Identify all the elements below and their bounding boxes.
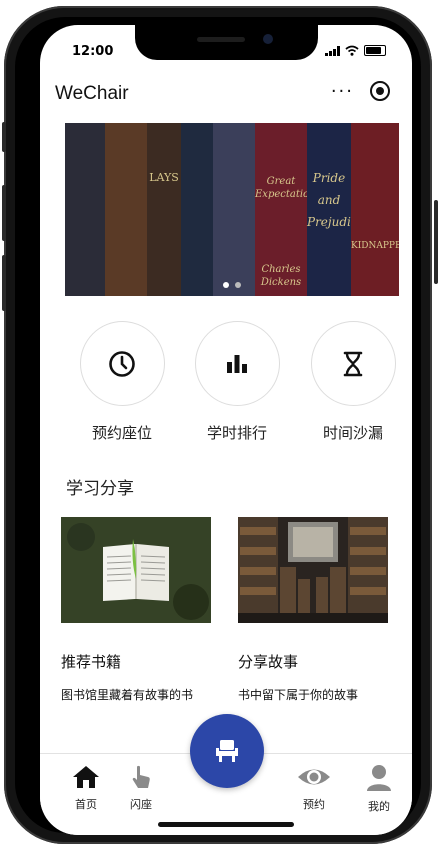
power-button <box>434 200 438 284</box>
card-title: 分享故事 <box>238 653 299 671</box>
app-title: WeChair <box>55 83 129 104</box>
book-spine-text: KIDNAPPED <box>351 241 399 251</box>
card-share-story[interactable]: 分享故事 书中留下属于你的故事 <box>238 517 388 703</box>
nav-label: 时间沙漏 <box>322 424 383 442</box>
carousel-dot <box>235 282 241 288</box>
tab-reservations[interactable]: 预约 <box>289 764 339 812</box>
book-spine <box>65 123 105 296</box>
chair-icon <box>216 740 238 762</box>
speaker-grille <box>197 37 245 42</box>
more-menu-button[interactable]: ··· <box>331 81 354 102</box>
center-seat-button[interactable] <box>190 714 264 788</box>
status-icons <box>325 45 386 56</box>
card-title: 推荐书籍 <box>61 653 122 671</box>
library-shelves-image <box>238 517 388 623</box>
status-time: 12:00 <box>72 44 114 59</box>
signal-icon <box>325 45 340 56</box>
battery-icon <box>364 45 386 56</box>
hourglass-icon <box>343 351 363 376</box>
home-icon <box>73 766 99 788</box>
user-icon <box>367 765 391 791</box>
nav-circle <box>79 321 165 406</box>
tab-label: 首页 <box>75 798 97 811</box>
tab-label: 闪座 <box>130 798 152 811</box>
carousel-indicator <box>65 282 399 288</box>
book-spine <box>213 123 255 296</box>
book-spine <box>105 123 147 296</box>
tap-hand-icon <box>132 765 150 788</box>
book-spine-text: Great Expectations <box>255 176 321 200</box>
book-spine-text: Pride and Prejudice <box>307 171 365 229</box>
book-spine: Great Expectations Charles Dickens <box>255 123 321 296</box>
nav-circle <box>310 321 396 406</box>
eye-icon <box>298 769 330 785</box>
nav-label: 预约座位 <box>91 424 152 442</box>
tab-label: 我的 <box>368 800 390 813</box>
book-spine: Pride and Prejudice <box>307 123 365 296</box>
book-spine <box>181 123 213 296</box>
front-camera <box>263 34 273 44</box>
carousel-dot-active <box>223 282 229 288</box>
tab-quick-seat[interactable]: 闪座 <box>116 764 166 812</box>
card-recommend-books[interactable]: 推荐书籍 图书馆里藏着有故事的书 <box>61 517 211 703</box>
banner-carousel[interactable]: LAYS Great Expectations Charles Dickens … <box>65 123 399 296</box>
nav-label: 学时排行 <box>206 424 267 442</box>
nav-time-hourglass[interactable]: 时间沙漏 <box>308 321 398 443</box>
tab-label: 预约 <box>303 798 325 811</box>
mute-switch <box>2 122 6 152</box>
nav-study-ranking[interactable]: 学时排行 <box>192 321 282 443</box>
tab-home[interactable]: 首页 <box>61 764 111 812</box>
nav-circle <box>194 321 280 406</box>
card-description: 书中留下属于你的故事 <box>238 688 359 702</box>
section-title: 学习分享 <box>66 479 134 499</box>
close-miniprogram-button[interactable] <box>370 81 390 101</box>
wifi-icon <box>345 45 359 56</box>
book-spine-text: LAYS <box>149 171 179 184</box>
book-spine: KIDNAPPED <box>351 123 399 296</box>
volume-up-button <box>2 185 6 241</box>
home-indicator <box>158 822 294 827</box>
book-spine: LAYS <box>147 123 181 296</box>
notch <box>135 25 318 60</box>
clock-icon <box>109 350 135 377</box>
volume-down-button <box>2 255 6 311</box>
app-screen: 12:00 WeChair ··· LAYS Great Expectation… <box>40 25 412 835</box>
bar-chart-icon <box>227 354 247 373</box>
tab-profile[interactable]: 我的 <box>354 764 404 814</box>
open-book-image <box>61 517 211 623</box>
nav-reserve-seat[interactable]: 预约座位 <box>77 321 167 443</box>
card-description: 图书馆里藏着有故事的书 <box>61 688 194 702</box>
